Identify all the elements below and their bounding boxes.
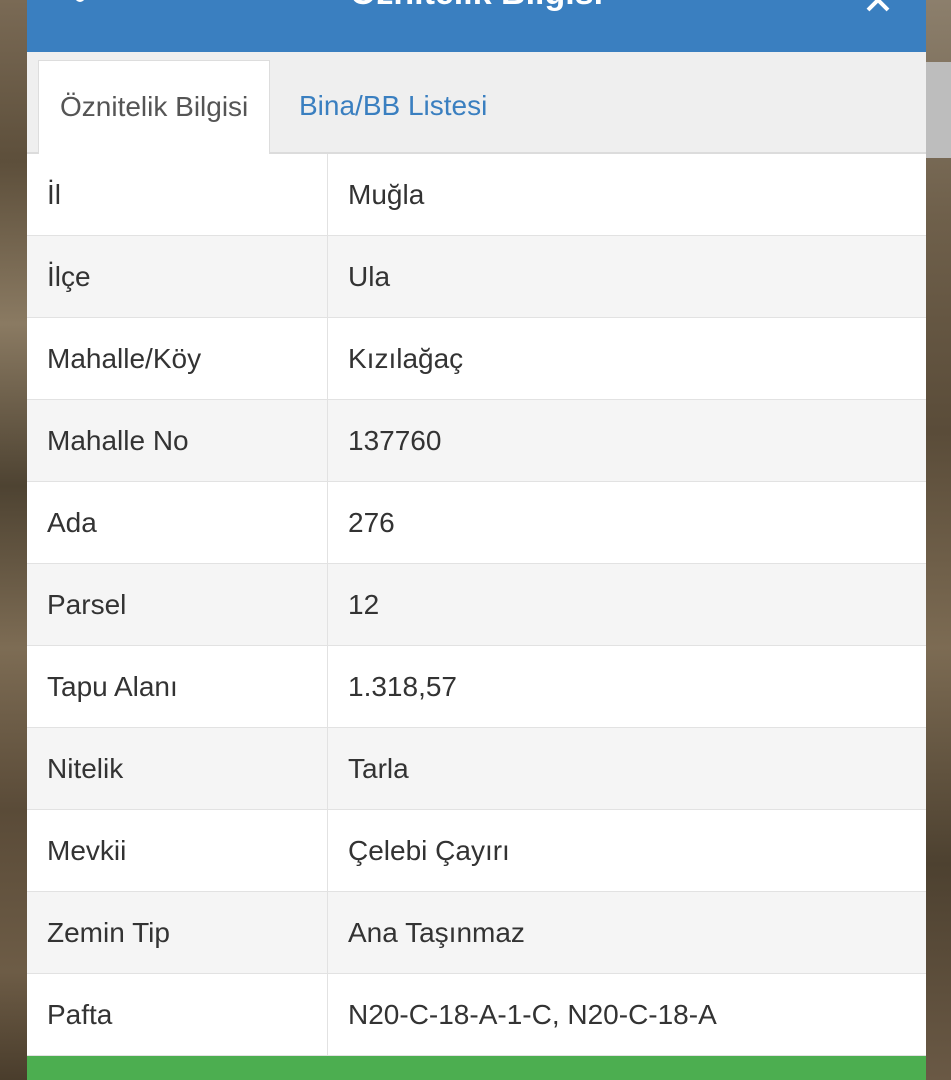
attribute-key: Mevkii [27, 809, 328, 892]
tab-oznitelik-bilgisi[interactable]: Öznitelik Bilgisi [38, 60, 271, 155]
attribute-value: N20-C-18-A-1-C, N20-C-18-A [327, 973, 926, 1056]
attribute-value: Çelebi Çayırı [327, 809, 926, 892]
table-row: Parsel 12 [27, 563, 926, 646]
attribute-key: Pafta [27, 973, 328, 1056]
attribute-key: Mahalle/Köy [27, 317, 328, 400]
scrollbar-thumb[interactable] [924, 62, 951, 158]
attribute-value: 1.318,57 [327, 645, 926, 728]
attribute-dialog: Öznitelik Bilgisi Öznitelik Bilgisi Bina… [27, 0, 926, 1080]
close-icon[interactable] [864, 0, 892, 14]
attribute-key: Ada [27, 481, 328, 564]
table-row: Mahalle/Köy Kızılağaç [27, 317, 926, 400]
tab-bina-bb-listesi[interactable]: Bina/BB Listesi [278, 60, 508, 152]
tab-bar: Öznitelik Bilgisi Bina/BB Listesi [27, 52, 926, 155]
table-row: Tapu Alanı 1.318,57 [27, 645, 926, 728]
attribute-value: Ula [327, 235, 926, 318]
attribute-key: Parsel [27, 563, 328, 646]
attribute-value: Tarla [327, 727, 926, 810]
dialog-header: Öznitelik Bilgisi [27, 0, 926, 52]
attribute-key: Nitelik [27, 727, 328, 810]
footer-action-button[interactable] [27, 1056, 926, 1080]
attribute-key: İl [27, 154, 328, 236]
attribute-key: İlçe [27, 235, 328, 318]
table-row: Mevkii Çelebi Çayırı [27, 809, 926, 892]
attribute-value: Muğla [327, 154, 926, 236]
table-row: İl Muğla [27, 154, 926, 236]
dialog-title: Öznitelik Bilgisi [27, 0, 926, 13]
attribute-key: Tapu Alanı [27, 645, 328, 728]
attribute-key: Mahalle No [27, 399, 328, 482]
table-row: Zemin Tip Ana Taşınmaz [27, 891, 926, 974]
table-row: İlçe Ula [27, 235, 926, 318]
table-row: Nitelik Tarla [27, 727, 926, 810]
attribute-value: 137760 [327, 399, 926, 482]
table-row: Pafta N20-C-18-A-1-C, N20-C-18-A [27, 973, 926, 1056]
table-row: Ada 276 [27, 481, 926, 564]
attribute-value: 276 [327, 481, 926, 564]
attribute-table: İl Muğla İlçe Ula Mahalle/Köy Kızılağaç Mahall… [27, 154, 926, 1056]
attribute-value: Kızılağaç [327, 317, 926, 400]
map-background-left [0, 0, 28, 1080]
attribute-key: Zemin Tip [27, 891, 328, 974]
attribute-value: 12 [327, 563, 926, 646]
table-row: Mahalle No 137760 [27, 399, 926, 482]
attribute-value: Ana Taşınmaz [327, 891, 926, 974]
map-background-right [924, 0, 951, 1080]
